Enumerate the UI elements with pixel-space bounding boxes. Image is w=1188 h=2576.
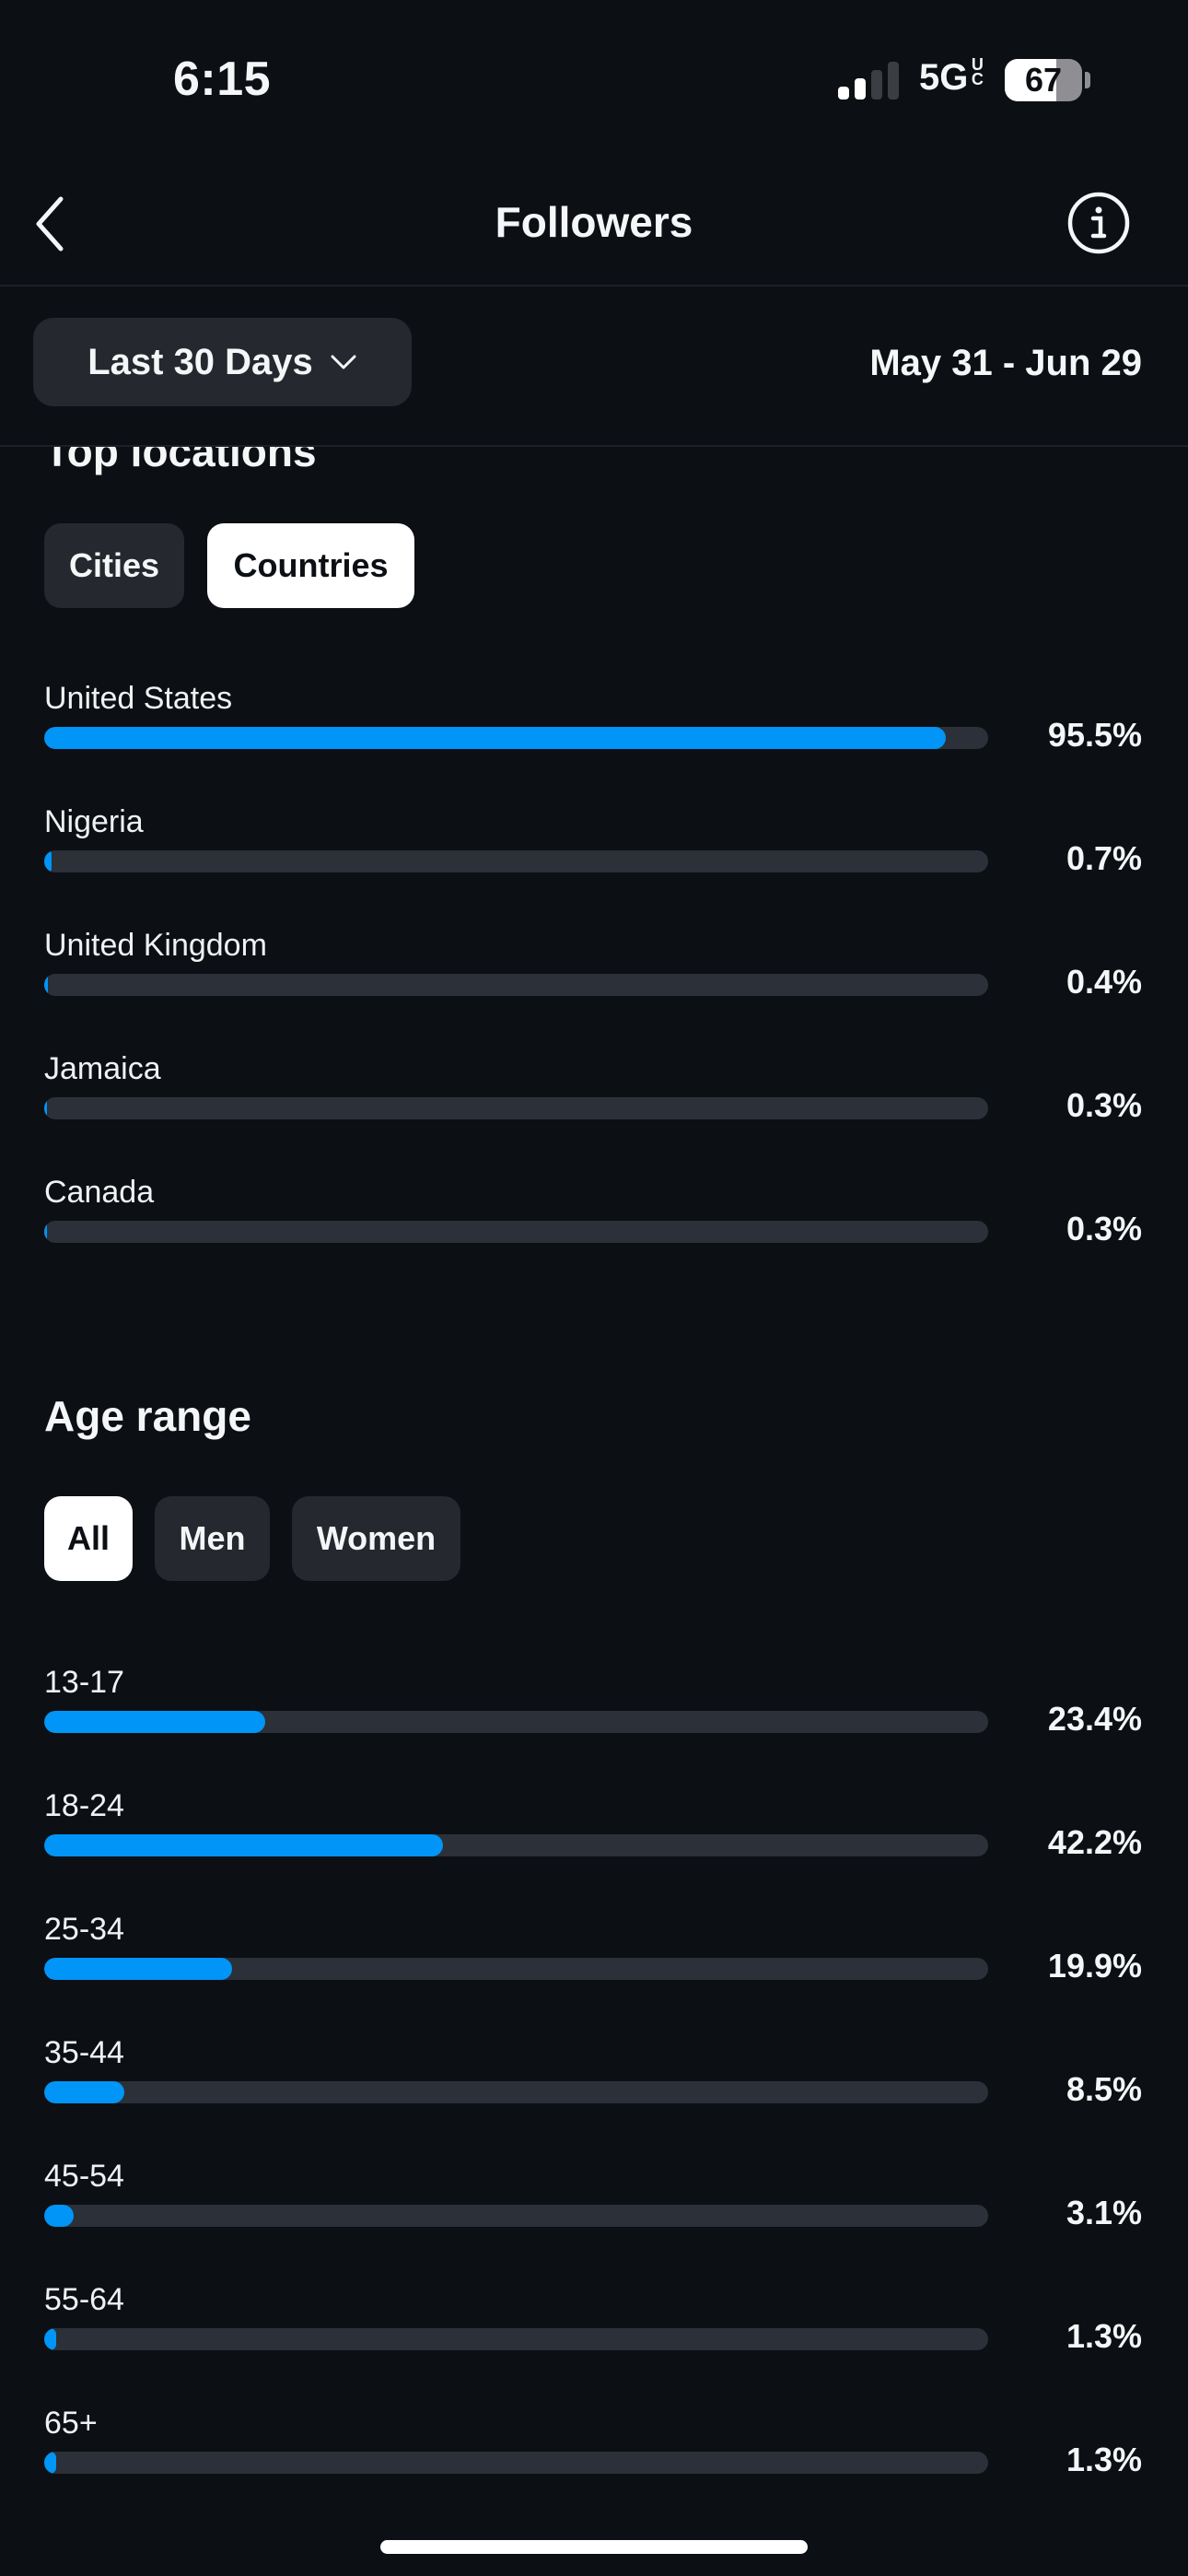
signal-bar xyxy=(871,70,882,100)
age-bar-track xyxy=(44,1711,988,1733)
age-bar-fill xyxy=(44,2452,57,2474)
age-label: 45-54 xyxy=(44,2159,124,2194)
age-label: 18-24 xyxy=(44,1788,124,1823)
age-bar-track xyxy=(44,1958,988,1980)
date-range-dropdown-label: Last 30 Days xyxy=(87,341,313,382)
location-bar-track xyxy=(44,974,988,996)
age-bar-track xyxy=(44,2328,988,2350)
location-label: Nigeria xyxy=(44,804,144,839)
nav-divider xyxy=(0,285,1188,287)
date-range-dropdown[interactable]: Last 30 Days xyxy=(33,318,412,406)
age-label: 65+ xyxy=(44,2406,98,2441)
top-locations-title: Top locations xyxy=(44,447,317,475)
date-range-text: May 31 - Jun 29 xyxy=(869,343,1142,383)
network-type: 5G U C xyxy=(919,55,984,99)
info-circle-icon xyxy=(1067,192,1130,254)
home-indicator[interactable] xyxy=(380,2540,808,2554)
age-label: 13-17 xyxy=(44,1665,124,1700)
content-scroll-area[interactable]: Top locations Cities Countries United St… xyxy=(0,447,1188,2576)
info-button[interactable] xyxy=(1066,191,1131,255)
tab-women[interactable]: Women xyxy=(292,1496,460,1581)
location-percentage: 95.5% xyxy=(1047,716,1142,754)
age-bar-fill xyxy=(44,2328,57,2350)
location-label: United Kingdom xyxy=(44,928,267,963)
location-label: Jamaica xyxy=(44,1051,161,1086)
age-percentage: 1.3% xyxy=(1066,2317,1142,2355)
age-label: 55-64 xyxy=(44,2282,124,2317)
age-range-title: Age range xyxy=(44,1392,251,1440)
location-bar-track xyxy=(44,1097,988,1119)
location-bar-fill xyxy=(44,974,49,996)
location-percentage: 0.4% xyxy=(1066,963,1142,1001)
location-bar-fill xyxy=(44,1221,48,1243)
cellular-signal-icon xyxy=(838,61,899,100)
age-label: 35-44 xyxy=(44,2035,124,2070)
age-bar-fill xyxy=(44,2081,125,2103)
age-percentage: 42.2% xyxy=(1047,1823,1142,1861)
chevron-down-icon xyxy=(331,355,356,369)
tab-all[interactable]: All xyxy=(44,1496,133,1581)
location-bar-fill xyxy=(44,1097,48,1119)
location-label: Canada xyxy=(44,1175,155,1210)
age-percentage: 19.9% xyxy=(1047,1947,1142,1985)
battery-percent: 67 xyxy=(1024,61,1063,99)
age-label: 25-34 xyxy=(44,1912,124,1947)
location-percentage: 0.3% xyxy=(1066,1210,1142,1247)
age-percentage: 23.4% xyxy=(1047,1700,1142,1738)
age-bar-fill xyxy=(44,1834,443,1856)
location-percentage: 0.3% xyxy=(1066,1086,1142,1124)
tab-men[interactable]: Men xyxy=(155,1496,270,1581)
location-bar-fill xyxy=(44,850,52,872)
status-time: 6:15 xyxy=(173,53,272,106)
network-label: 5G xyxy=(919,57,969,98)
battery-tip xyxy=(1085,72,1090,88)
age-bar-track xyxy=(44,1834,988,1856)
tab-cities[interactable]: Cities xyxy=(44,523,184,608)
location-label: United States xyxy=(44,681,233,716)
age-bar-track xyxy=(44,2452,988,2474)
age-bar-fill xyxy=(44,2205,74,2227)
age-percentage: 8.5% xyxy=(1066,2070,1142,2108)
location-bar-track xyxy=(44,727,988,749)
location-percentage: 0.7% xyxy=(1066,839,1142,877)
age-percentage: 3.1% xyxy=(1066,2194,1142,2231)
age-bar-track xyxy=(44,2081,988,2103)
tab-countries[interactable]: Countries xyxy=(207,523,414,608)
location-bar-fill xyxy=(44,727,946,749)
signal-bar xyxy=(888,62,899,100)
network-suffix: UC xyxy=(971,55,984,88)
signal-bar xyxy=(838,87,849,100)
age-percentage: 1.3% xyxy=(1066,2441,1142,2478)
signal-bar xyxy=(855,78,866,100)
location-bar-track xyxy=(44,1221,988,1243)
age-bar-fill xyxy=(44,1711,265,1733)
page-title: Followers xyxy=(495,198,693,246)
age-bar-fill xyxy=(44,1958,232,1980)
age-bar-track xyxy=(44,2205,988,2227)
location-bar-track xyxy=(44,850,988,872)
battery-icon: 67 xyxy=(1005,59,1082,101)
